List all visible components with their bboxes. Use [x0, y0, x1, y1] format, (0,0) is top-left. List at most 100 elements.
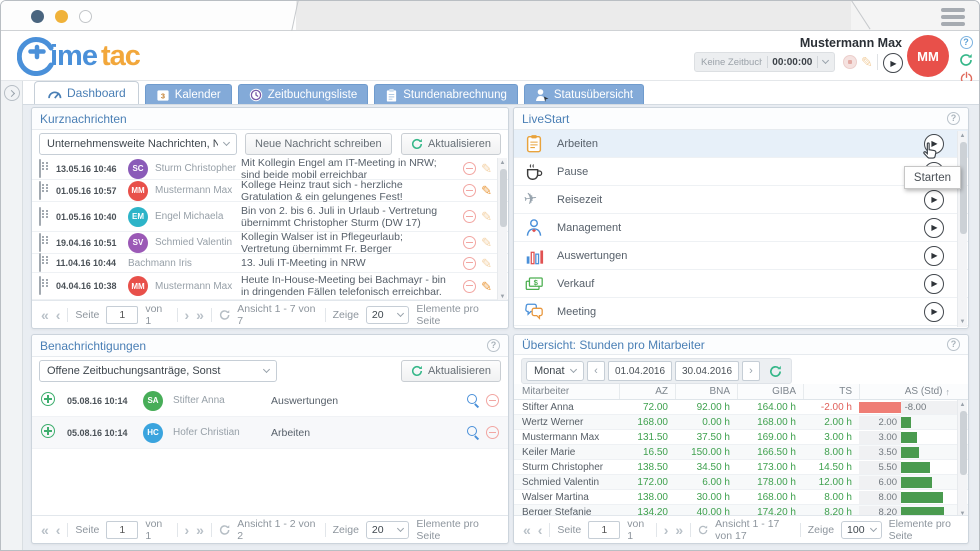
- column-as-std[interactable]: AS (Std)↑: [859, 384, 957, 399]
- next-page-icon[interactable]: ›: [664, 523, 669, 537]
- date-from-input[interactable]: 01.04.2016: [608, 361, 672, 381]
- prev-page-icon[interactable]: ‹: [538, 523, 543, 537]
- collapsed-sidebar: [1, 81, 23, 550]
- message-row: 19.04.16 10:51 SV Schmied Valentin Kolle…: [32, 232, 508, 254]
- start-task-button[interactable]: ▶: [924, 246, 944, 266]
- scroll-up-icon[interactable]: ▲: [498, 158, 507, 168]
- scrollbar-thumb[interactable]: [500, 169, 507, 227]
- inspect-icon[interactable]: [467, 426, 480, 439]
- bar-chart-icon: [524, 245, 544, 266]
- start-tracking-button[interactable]: ▶: [883, 53, 903, 73]
- column-ts[interactable]: TS: [803, 384, 859, 399]
- help-icon[interactable]: ?: [960, 36, 973, 49]
- tab-kalender[interactable]: 3 Kalender: [145, 84, 232, 104]
- time-tracking-widget[interactable]: Keine Zeitbuchung ... 00:00:00: [694, 52, 835, 72]
- refresh-icon[interactable]: [959, 53, 973, 67]
- date-to-input[interactable]: 30.04.2016: [675, 361, 739, 381]
- next-period-icon[interactable]: ›: [742, 361, 760, 381]
- edit-message-icon[interactable]: ✎: [481, 184, 492, 197]
- column-bna[interactable]: BNA: [675, 384, 737, 399]
- help-icon[interactable]: ?: [947, 112, 960, 125]
- reload-list-icon[interactable]: [698, 524, 708, 536]
- refresh-messages-button[interactable]: Aktualisieren: [401, 133, 501, 155]
- notification-filter-select[interactable]: Offene Zeitbuchungsanträge, Sonst: [39, 360, 277, 382]
- prev-page-icon[interactable]: ‹: [56, 523, 61, 537]
- refresh-notifications-button[interactable]: Aktualisieren: [401, 360, 501, 382]
- scroll-up-icon[interactable]: ▲: [958, 400, 967, 410]
- window-minimize-button[interactable]: [55, 10, 68, 23]
- prev-page-icon[interactable]: ‹: [56, 308, 61, 322]
- scrollbar[interactable]: ▲ ▼: [957, 400, 967, 519]
- edit-message-icon[interactable]: ✎: [481, 162, 492, 175]
- dismiss-icon[interactable]: [486, 394, 499, 407]
- scroll-down-icon[interactable]: ▼: [958, 317, 967, 327]
- reload-list-icon[interactable]: [219, 524, 230, 536]
- page-input[interactable]: [106, 306, 138, 324]
- expand-icon[interactable]: [41, 392, 55, 406]
- pagination-bar: « ‹ Seite von 1 › » Ansicht 1 - 17 von 1…: [514, 515, 968, 543]
- sidebar-expand-icon[interactable]: [4, 85, 20, 101]
- edit-message-icon[interactable]: ✎: [481, 280, 492, 293]
- per-page-select[interactable]: 20: [366, 521, 409, 539]
- new-message-button[interactable]: Neue Nachricht schreiben: [245, 133, 392, 155]
- refresh-icon: [769, 365, 782, 378]
- edit-message-icon[interactable]: ✎: [481, 257, 492, 270]
- first-page-icon[interactable]: «: [41, 308, 49, 322]
- last-page-icon[interactable]: »: [675, 523, 683, 537]
- scrollbar[interactable]: ▲ ▼: [957, 131, 967, 327]
- delete-message-icon[interactable]: [463, 280, 476, 293]
- scrollbar-thumb[interactable]: [960, 411, 967, 475]
- scroll-up-icon[interactable]: ▲: [958, 131, 967, 141]
- start-task-button[interactable]: ▶: [924, 302, 944, 322]
- user-avatar[interactable]: MM: [907, 35, 949, 77]
- delete-message-icon[interactable]: [463, 210, 476, 223]
- start-task-button[interactable]: ▶: [924, 274, 944, 294]
- edit-message-icon[interactable]: ✎: [481, 210, 492, 223]
- window-close-button[interactable]: [31, 10, 44, 23]
- per-page-select[interactable]: 100: [841, 521, 882, 539]
- help-icon[interactable]: ?: [487, 339, 500, 352]
- delete-message-icon[interactable]: [463, 162, 476, 175]
- last-page-icon[interactable]: »: [196, 523, 204, 537]
- next-page-icon[interactable]: ›: [185, 308, 190, 322]
- tab-statusuebersicht[interactable]: Statusübersicht: [524, 84, 644, 104]
- per-page-select[interactable]: 20: [366, 306, 409, 324]
- positive-bar: [901, 447, 919, 458]
- start-task-button[interactable]: ▶: [924, 218, 944, 238]
- delete-message-icon[interactable]: [463, 184, 476, 197]
- prev-period-icon[interactable]: ‹: [587, 361, 605, 381]
- column-az[interactable]: AZ: [619, 384, 675, 399]
- hamburger-menu-icon[interactable]: [941, 8, 965, 26]
- edit-message-icon[interactable]: ✎: [481, 236, 492, 249]
- delete-message-icon[interactable]: [463, 236, 476, 249]
- first-page-icon[interactable]: «: [41, 523, 49, 537]
- dismiss-icon[interactable]: [486, 426, 499, 439]
- window-maximize-button[interactable]: [79, 10, 92, 23]
- delete-message-icon[interactable]: [463, 257, 476, 270]
- first-page-icon[interactable]: «: [523, 523, 531, 537]
- reload-list-icon[interactable]: [219, 309, 230, 321]
- tab-stundenabrechnung[interactable]: Stundenabrechnung: [374, 84, 518, 104]
- inspect-icon[interactable]: [467, 394, 480, 407]
- stop-tracking-icon[interactable]: [843, 55, 857, 69]
- page-input[interactable]: [588, 521, 620, 539]
- start-task-button[interactable]: ▶: [924, 190, 944, 210]
- last-page-icon[interactable]: »: [196, 308, 204, 322]
- page-input[interactable]: [106, 521, 138, 539]
- next-page-icon[interactable]: ›: [185, 523, 190, 537]
- tab-zeitbuchungsliste[interactable]: Zeitbuchungsliste: [238, 84, 369, 104]
- tab-dashboard[interactable]: Dashboard: [34, 81, 139, 104]
- refresh-table-button[interactable]: [763, 361, 787, 381]
- column-mitarbeiter[interactable]: Mitarbeiter: [514, 384, 619, 399]
- table-row: Walser Martina 138.00 30.00 h 168.00 h 8…: [514, 490, 968, 505]
- livestart-row-arbeiten: Arbeiten ▶: [514, 130, 968, 158]
- chevron-down-icon[interactable]: [822, 57, 829, 64]
- expand-icon[interactable]: [41, 424, 55, 438]
- column-giba[interactable]: GIBA: [737, 384, 803, 399]
- message-filter-select[interactable]: Unternehmensweite Nachrichten, N: [39, 133, 237, 155]
- help-icon[interactable]: ?: [947, 338, 960, 351]
- edit-booking-icon[interactable]: ✎: [861, 55, 873, 69]
- period-select[interactable]: Monat: [526, 361, 584, 381]
- panel-title: Übersicht: Stunden pro Mitarbeiter?: [514, 335, 968, 355]
- scrollbar[interactable]: ▲ ▼: [497, 158, 507, 302]
